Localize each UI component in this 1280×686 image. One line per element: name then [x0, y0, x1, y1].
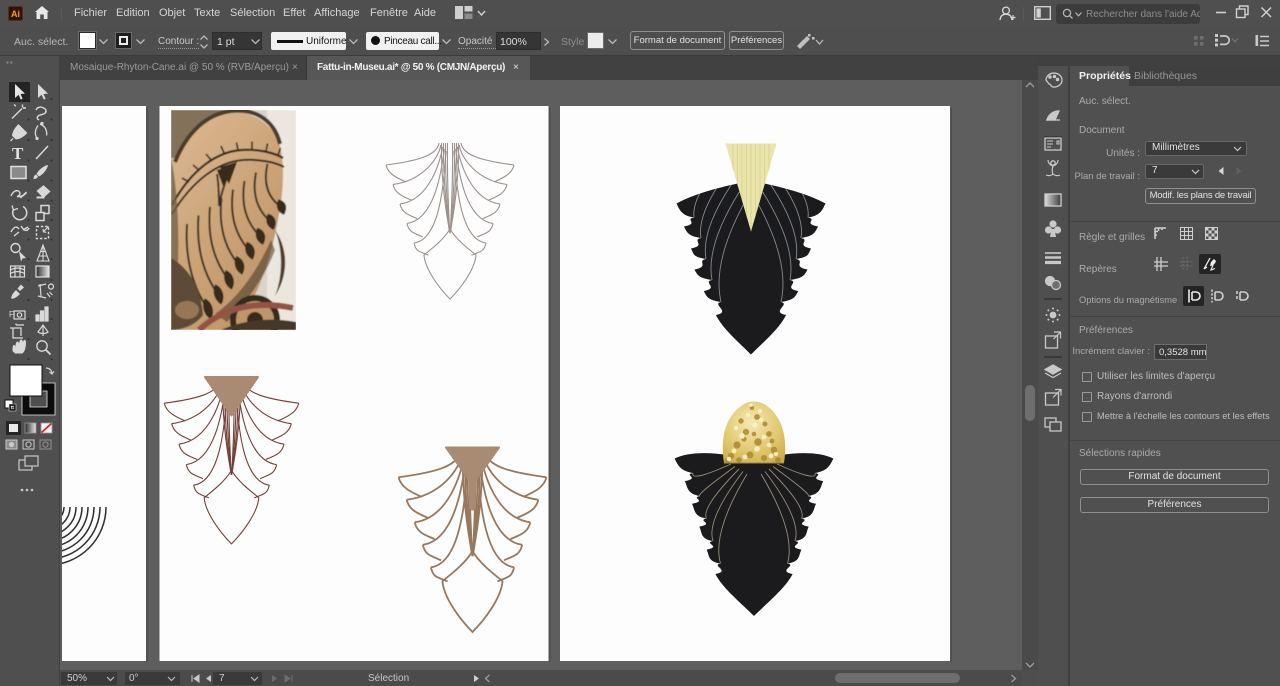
- svg-text:F: F: [9, 310, 14, 319]
- svg-text:T: T: [12, 144, 24, 163]
